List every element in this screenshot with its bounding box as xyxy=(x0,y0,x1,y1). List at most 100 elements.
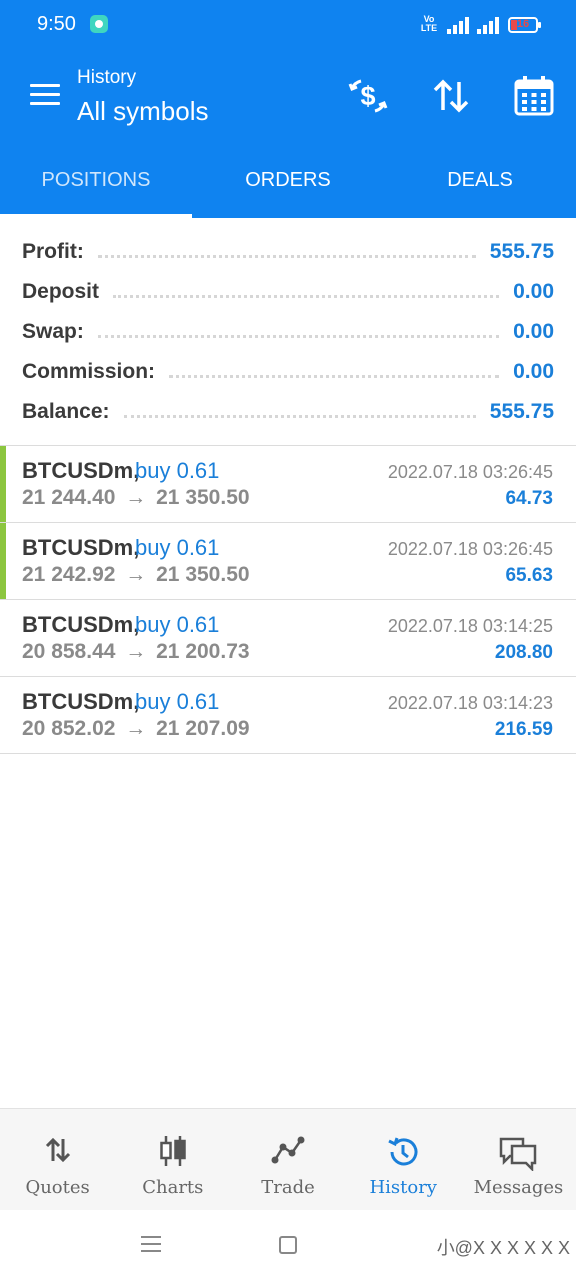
deal-symbol: BTCUSDm, xyxy=(22,689,140,714)
summary-row-profit: Profit: 555.75 xyxy=(0,232,576,272)
nav-quotes[interactable]: Quotes xyxy=(0,1109,115,1210)
deal-prices: 21 244.40 → 21 350.50 xyxy=(22,486,250,510)
deal-side: buy 0.61 xyxy=(135,535,220,560)
tab-positions[interactable]: POSITIONS xyxy=(0,140,192,218)
page-subtitle: History xyxy=(77,67,137,88)
deal-profit: 216.59 xyxy=(494,719,553,740)
deal-side: buy 0.61 xyxy=(135,689,220,714)
list-item[interactable]: BTCUSDm, buy 0.61 20 858.44 → 21 200.73 … xyxy=(0,600,576,677)
page-title[interactable]: All symbols xyxy=(77,96,208,127)
sort-icon[interactable] xyxy=(429,74,473,118)
deal-time: 2022.07.18 03:14:25 xyxy=(387,616,553,636)
summary-row-deposit: Deposit 0.00 xyxy=(0,272,576,312)
summary-label: Profit: xyxy=(22,240,84,263)
summary-row-commission: Commission: 0.00 xyxy=(0,352,576,392)
summary-value: 555.75 xyxy=(489,240,554,263)
summary-row-balance: Balance: 555.75 xyxy=(0,392,576,432)
charts-icon xyxy=(160,1136,186,1166)
signal-icon xyxy=(477,16,499,34)
list-item[interactable]: BTCUSDm, buy 0.61 20 852.02 → 21 207.09 … xyxy=(0,677,576,754)
tab-deals[interactable]: DEALS xyxy=(384,140,576,218)
dotted-leader xyxy=(169,374,500,378)
battery-icon: 16 xyxy=(508,17,541,33)
calendar-icon[interactable] xyxy=(512,74,556,118)
signal-icon xyxy=(447,16,469,34)
recents-icon[interactable] xyxy=(141,1234,161,1254)
dollar-exchange-icon[interactable]: $ xyxy=(346,74,390,118)
menu-icon[interactable] xyxy=(30,84,60,106)
nav-label: Messages xyxy=(473,1177,564,1198)
close-price: 21 200.73 xyxy=(156,640,250,663)
tab-orders[interactable]: ORDERS xyxy=(192,140,384,218)
summary-label: Balance: xyxy=(22,400,110,423)
summary-value: 555.75 xyxy=(489,400,554,423)
deal-side: buy 0.61 xyxy=(135,458,220,483)
summary-value: 0.00 xyxy=(513,360,554,383)
deal-time: 2022.07.18 03:14:23 xyxy=(387,693,553,713)
summary-label: Commission: xyxy=(22,360,156,383)
volte-indicator: Vo LTE xyxy=(420,14,438,33)
nav-charts[interactable]: Charts xyxy=(115,1109,230,1210)
arrow-icon: → xyxy=(125,640,147,663)
app-notification-icon xyxy=(90,15,108,33)
nav-label: Charts xyxy=(142,1177,204,1198)
open-price: 20 852.02 xyxy=(22,717,116,740)
buy-marker xyxy=(0,523,6,599)
deal-profit: 64.73 xyxy=(505,488,553,509)
nav-history[interactable]: History xyxy=(346,1109,461,1210)
summary-value: 0.00 xyxy=(513,320,554,343)
history-tabs: POSITIONS ORDERS DEALS xyxy=(0,140,576,218)
deal-profit: 65.63 xyxy=(505,565,553,586)
nav-trade[interactable]: Trade xyxy=(230,1109,345,1210)
summary-value: 0.00 xyxy=(513,280,554,303)
open-price: 21 244.40 xyxy=(22,486,116,509)
summary-label: Deposit xyxy=(22,280,100,303)
list-item[interactable]: BTCUSDm, buy 0.61 21 244.40 → 21 350.50 … xyxy=(0,446,576,523)
dotted-leader xyxy=(123,414,476,418)
deal-symbol: BTCUSDm, xyxy=(22,612,140,637)
battery-level: 16 xyxy=(516,18,530,30)
deals-list: BTCUSDm, buy 0.61 21 244.40 → 21 350.50 … xyxy=(0,446,576,754)
summary-row-swap: Swap: 0.00 xyxy=(0,312,576,352)
deal-prices: 20 852.02 → 21 207.09 xyxy=(22,717,250,741)
list-item[interactable]: BTCUSDm, buy 0.61 21 242.92 → 21 350.50 … xyxy=(0,523,576,600)
dotted-leader xyxy=(97,254,476,258)
arrow-icon: → xyxy=(125,486,147,509)
system-nav-bar: 小@X X X X X X xyxy=(0,1210,576,1280)
history-icon xyxy=(388,1137,418,1166)
deal-profit: 208.80 xyxy=(494,642,553,663)
status-bar: 9:50 Vo LTE 16 xyxy=(0,0,576,52)
open-price: 20 858.44 xyxy=(22,640,116,663)
home-icon[interactable] xyxy=(279,1236,297,1254)
dotted-leader xyxy=(97,334,500,338)
buy-marker xyxy=(0,446,6,522)
watermark: 小@X X X X X X xyxy=(436,1238,570,1258)
close-price: 21 350.50 xyxy=(156,563,250,586)
deal-prices: 20 858.44 → 21 200.73 xyxy=(22,640,250,664)
active-tab-indicator xyxy=(0,214,192,218)
deal-side: buy 0.61 xyxy=(135,612,220,637)
nav-label: Trade xyxy=(261,1177,315,1198)
bottom-nav: Quotes Charts Trade History Messages xyxy=(0,1108,576,1210)
quotes-icon xyxy=(45,1137,70,1163)
close-price: 21 350.50 xyxy=(156,486,250,509)
nav-messages[interactable]: Messages xyxy=(461,1109,576,1210)
open-price: 21 242.92 xyxy=(22,563,116,586)
deal-symbol: BTCUSDm, xyxy=(22,458,140,483)
app-bar: History All symbols $ xyxy=(0,52,576,140)
nav-label: History xyxy=(369,1177,437,1198)
svg-text:$: $ xyxy=(360,81,375,111)
arrow-icon: → xyxy=(125,717,147,740)
summary-label: Swap: xyxy=(22,320,84,343)
status-time: 9:50 xyxy=(37,13,76,35)
trade-icon xyxy=(271,1136,305,1164)
nav-label: Quotes xyxy=(25,1177,90,1198)
summary-panel: Profit: 555.75 Deposit 0.00 Swap: 0.00 C… xyxy=(0,232,576,432)
deal-time: 2022.07.18 03:26:45 xyxy=(387,462,553,482)
deal-time: 2022.07.18 03:26:45 xyxy=(387,539,553,559)
close-price: 21 207.09 xyxy=(156,717,250,740)
messages-icon xyxy=(500,1137,537,1171)
arrow-icon: → xyxy=(125,563,147,586)
deal-prices: 21 242.92 → 21 350.50 xyxy=(22,563,250,587)
dotted-leader xyxy=(113,294,500,298)
